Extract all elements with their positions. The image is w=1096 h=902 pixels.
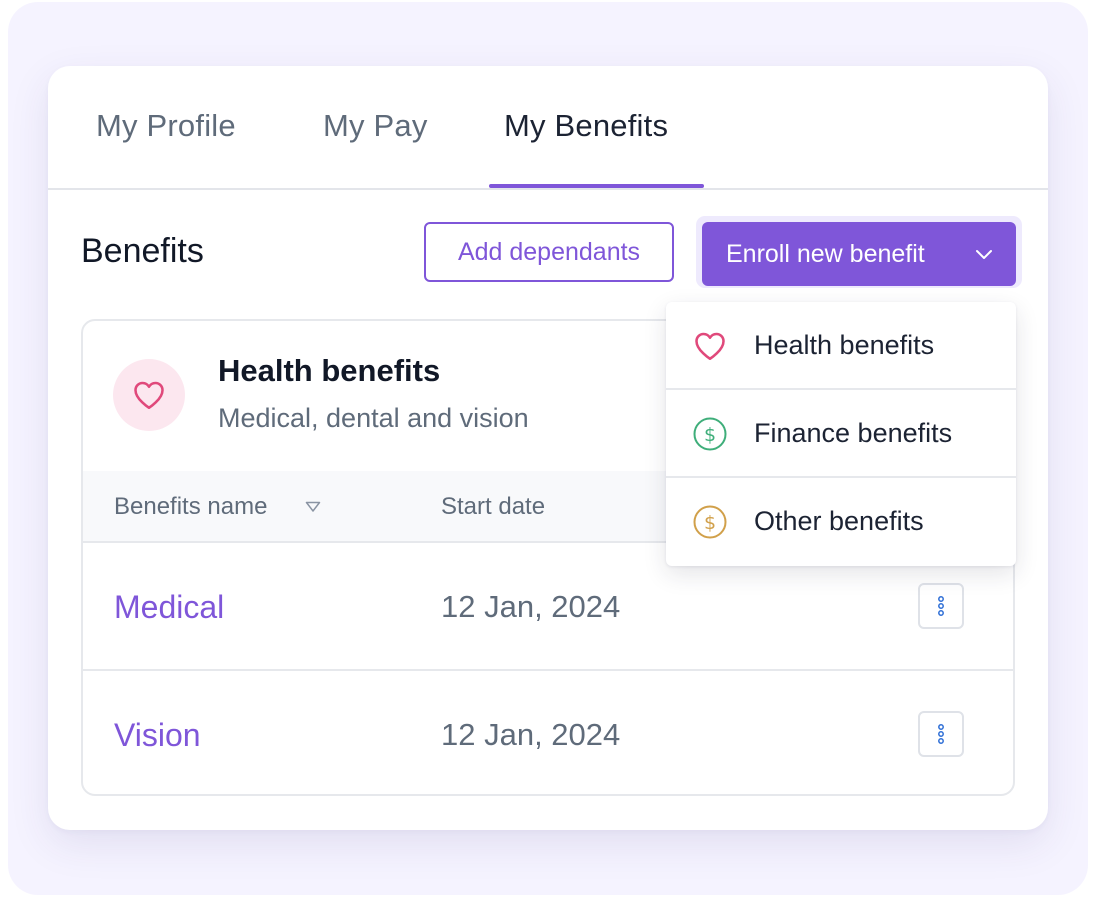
tab-bar: My Profile My Pay My Benefits: [48, 66, 1048, 190]
section-title: Benefits: [81, 232, 204, 270]
menu-item-label: Finance benefits: [754, 418, 953, 448]
heart-icon: [134, 381, 164, 410]
menu-item-finance-benefits[interactable]: $ Finance benefits: [666, 390, 1016, 478]
table-row: Vision 12 Jan, 2024: [83, 671, 1013, 794]
active-tab-indicator: [489, 184, 704, 188]
benefits-card: My Profile My Pay My Benefits Benefits A…: [48, 66, 1048, 830]
column-header-benefits-name[interactable]: Benefits name: [114, 493, 267, 521]
enroll-dropdown-menu: Health benefits $ Finance benefits $ Oth…: [666, 302, 1016, 566]
enroll-button-label: Enroll new benefit: [726, 239, 925, 268]
column-header-start-date: Start date: [441, 493, 546, 520]
enroll-new-benefit-button[interactable]: Enroll new benefit: [702, 222, 1016, 286]
svg-text:$: $: [704, 512, 716, 534]
benefit-start-date: 12 Jan, 2024: [441, 589, 621, 624]
category-title: Health benefits: [218, 353, 441, 388]
dollar-circle-icon: $: [693, 417, 727, 451]
sort-down-icon[interactable]: [305, 501, 321, 513]
benefit-name-link[interactable]: Medical: [114, 589, 224, 626]
add-dependants-label: Add dependants: [457, 237, 641, 266]
heart-icon: [695, 332, 725, 361]
row-actions-button[interactable]: [918, 711, 964, 757]
benefit-start-date: 12 Jan, 2024: [441, 717, 621, 752]
more-vertical-icon: [938, 596, 944, 616]
svg-text:$: $: [704, 424, 716, 446]
tab-my-profile[interactable]: My Profile: [96, 108, 236, 144]
chevron-down-icon: [976, 250, 992, 259]
tab-my-benefits[interactable]: My Benefits: [504, 108, 668, 144]
menu-item-label: Health benefits: [754, 330, 935, 360]
menu-item-health-benefits[interactable]: Health benefits: [666, 302, 1016, 390]
tab-my-pay[interactable]: My Pay: [323, 108, 428, 144]
category-subtitle: Medical, dental and vision: [218, 403, 529, 433]
menu-item-label: Other benefits: [754, 506, 924, 536]
benefit-name-link[interactable]: Vision: [114, 717, 201, 754]
add-dependants-button[interactable]: Add dependants: [424, 222, 674, 282]
dollar-circle-icon: $: [693, 505, 727, 539]
row-actions-button[interactable]: [918, 583, 964, 629]
more-vertical-icon: [938, 724, 944, 744]
menu-item-other-benefits[interactable]: $ Other benefits: [666, 478, 1016, 566]
category-icon-badge: [113, 359, 185, 431]
